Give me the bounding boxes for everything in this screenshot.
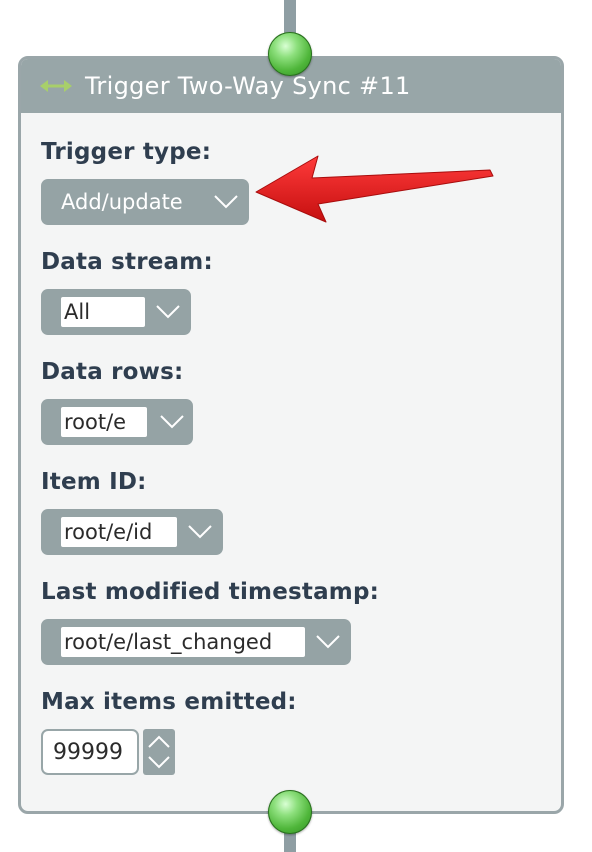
- item-id-select[interactable]: root/e/id: [41, 509, 223, 555]
- data-rows-select[interactable]: root/e: [41, 399, 193, 445]
- max-items-input[interactable]: 99999: [41, 729, 139, 775]
- trigger-type-select[interactable]: Add/update: [41, 179, 249, 225]
- input-connector-node[interactable]: [268, 32, 312, 76]
- chevron-down-icon: [188, 525, 212, 539]
- data-stream-value: All: [61, 297, 145, 327]
- data-stream-label: Data stream:: [41, 249, 213, 275]
- max-items-label: Max items emitted:: [41, 689, 297, 715]
- item-id-label: Item ID:: [41, 469, 147, 495]
- two-way-arrow-icon: [39, 76, 73, 96]
- trigger-type-value: Add/update: [61, 190, 183, 214]
- last-modified-value: root/e/last_changed: [61, 627, 305, 657]
- max-items-stepper[interactable]: [143, 729, 175, 775]
- data-stream-select[interactable]: All: [41, 289, 191, 335]
- data-rows-label: Data rows:: [41, 359, 184, 385]
- chevron-down-icon: [316, 635, 340, 649]
- connector-line-top: [284, 0, 296, 36]
- annotation-arrow-icon: [255, 155, 494, 223]
- chevron-up-icon[interactable]: [147, 733, 171, 751]
- chevron-down-icon: [156, 305, 180, 319]
- panel-title: Trigger Two-Way Sync #11: [85, 72, 411, 100]
- chevron-down-icon: [160, 415, 184, 429]
- last-modified-label: Last modified timestamp:: [41, 579, 380, 605]
- chevron-down-icon[interactable]: [147, 753, 171, 771]
- chevron-down-icon: [214, 195, 238, 209]
- last-modified-select[interactable]: root/e/last_changed: [41, 619, 351, 665]
- item-id-value: root/e/id: [61, 517, 177, 547]
- output-connector-node[interactable]: [268, 790, 312, 834]
- trigger-type-label: Trigger type:: [41, 139, 212, 165]
- data-rows-value: root/e: [61, 407, 147, 437]
